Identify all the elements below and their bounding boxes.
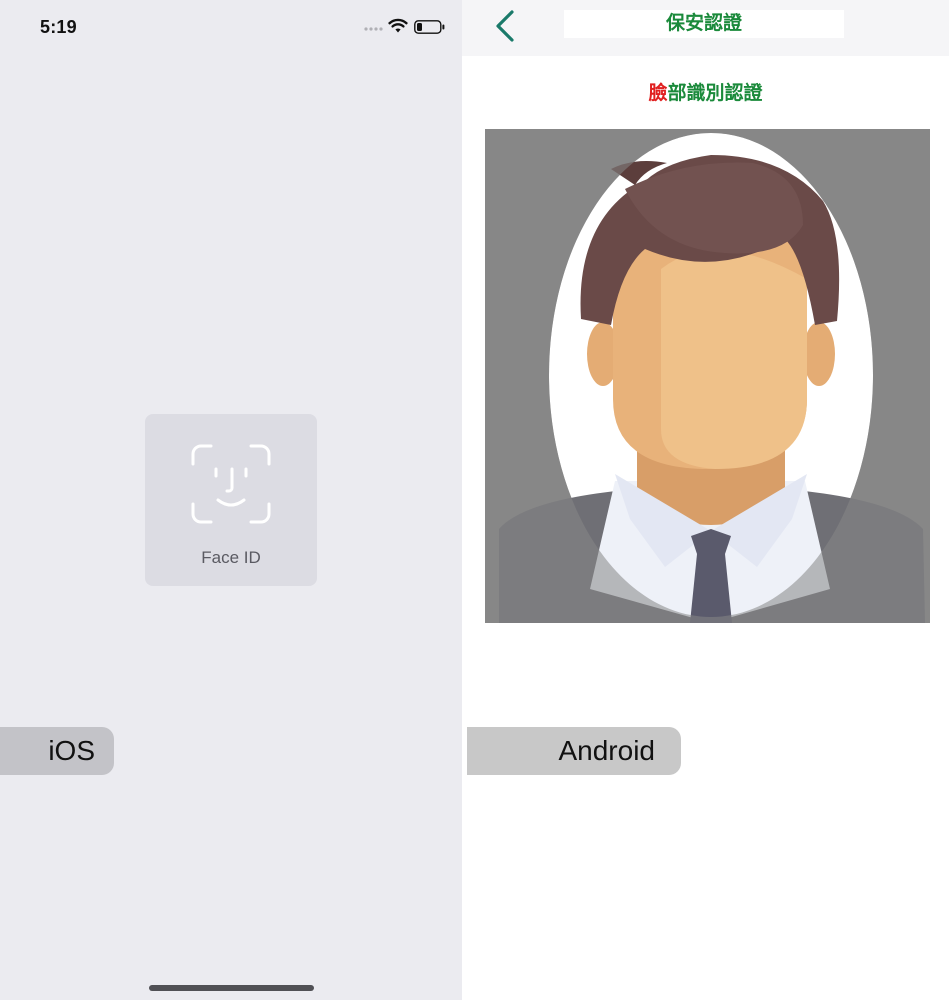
- face-id-prompt: Face ID: [145, 414, 317, 586]
- home-indicator[interactable]: [149, 985, 314, 991]
- ios-platform-label: iOS: [0, 727, 114, 775]
- comparison-screenshot: 5:19 Face ID iOS 保安認證 臉部識別認證 Android: [0, 0, 949, 1000]
- battery-low-icon: [414, 20, 445, 34]
- wifi-icon: [388, 18, 408, 33]
- avatar-placeholder-image: [485, 129, 930, 623]
- chevron-left-icon: [496, 10, 514, 42]
- face-recognition-heading: 臉部識別認證: [462, 78, 949, 105]
- heading-highlight-char: 臉: [648, 83, 668, 104]
- cellular-dots-icon: [364, 27, 383, 31]
- page-title: 保安認證: [564, 10, 844, 38]
- status-time: 5:19: [40, 17, 77, 37]
- android-screen: 保安認證 臉部識別認證 Android: [462, 0, 949, 1000]
- face-id-icon: [191, 444, 271, 524]
- back-button[interactable]: [490, 8, 520, 44]
- face-id-label: Face ID: [201, 548, 261, 567]
- ios-screen: 5:19 Face ID iOS: [0, 0, 462, 1000]
- heading-rest: 部識別認證: [667, 83, 763, 104]
- face-capture-frame: [485, 129, 930, 623]
- status-icons: [364, 18, 446, 38]
- android-header: 保安認證: [462, 0, 949, 56]
- android-platform-label: Android: [467, 727, 681, 775]
